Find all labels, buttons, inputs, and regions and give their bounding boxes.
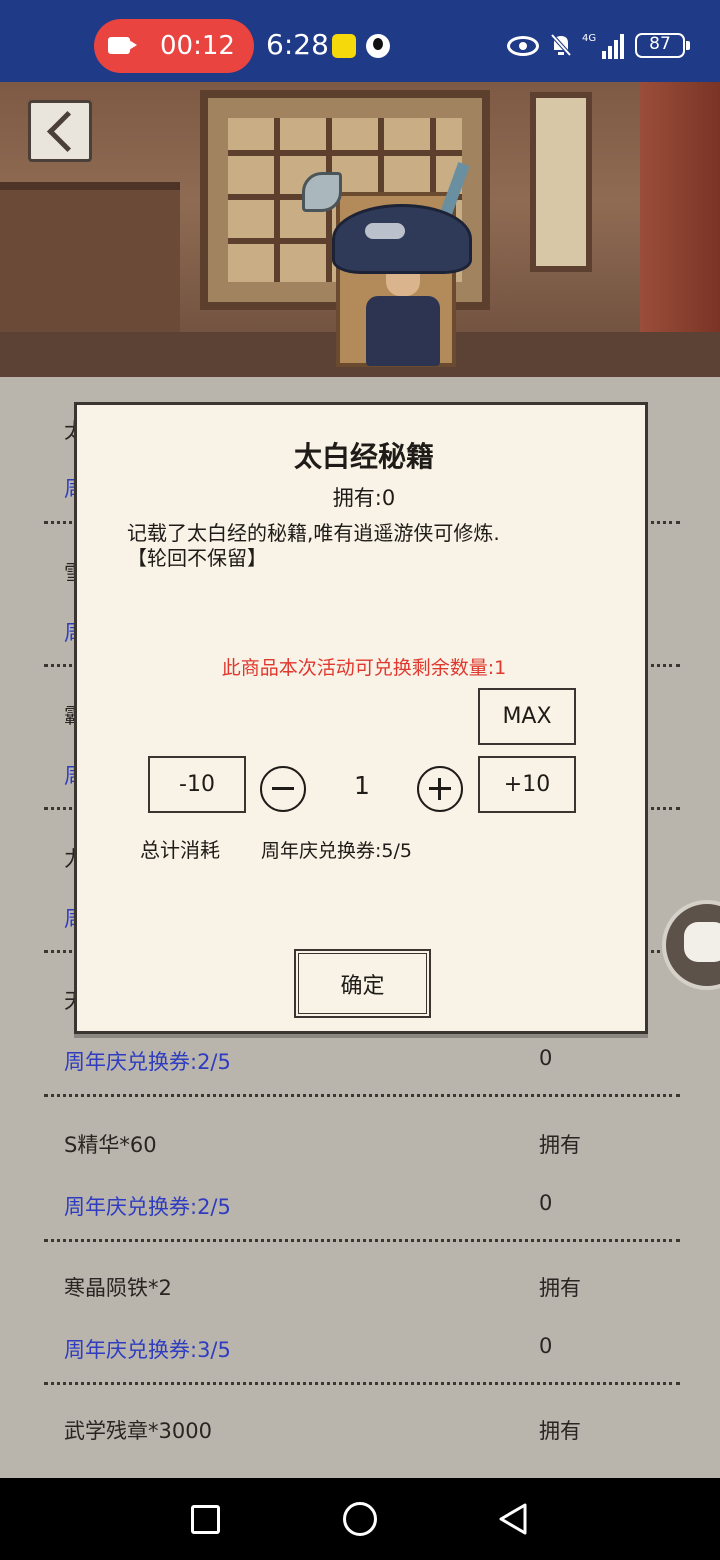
plus-icon[interactable] <box>417 766 463 812</box>
axe-icon <box>302 172 342 212</box>
battery-icon: 87 <box>635 33 690 58</box>
system-nav-bar <box>0 1478 720 1560</box>
minus-ten-button[interactable]: -10 <box>148 756 246 813</box>
list-item[interactable]: 寒晶陨铁*2 拥有 周年庆兑换券:3/5 0 <box>0 1272 720 1415</box>
signal-icon: 4G <box>582 33 624 59</box>
row-divider <box>44 1239 680 1242</box>
minus-icon[interactable] <box>260 766 306 812</box>
list-item-owned-label: 拥有 <box>539 1276 581 1300</box>
merchant-hat <box>332 204 472 274</box>
item-description: 记载了太白经的秘籍,唯有逍遥游侠可修炼. 【轮回不保留】 <box>127 521 617 571</box>
max-button[interactable]: MAX <box>478 688 576 745</box>
list-item-cost: 周年庆兑换券:2/5 <box>64 1050 231 1074</box>
eye-icon <box>507 36 539 56</box>
quantity-value: 1 <box>354 771 370 800</box>
back-arrow-icon[interactable] <box>28 100 92 162</box>
list-item-count: 0 <box>539 1334 553 1358</box>
list-item-owned-label: 拥有 <box>539 1133 581 1157</box>
description-line-2: 【轮回不保留】 <box>127 546 267 570</box>
total-cost-label: 总计消耗 <box>140 838 220 862</box>
clock: 6:28 <box>266 28 329 61</box>
nav-back-icon[interactable] <box>497 1502 529 1536</box>
list-item[interactable]: S精华*60 拥有 周年庆兑换券:2/5 0 <box>0 1129 720 1272</box>
merchant-body <box>366 296 440 366</box>
list-item-name: S精华*60 <box>64 1133 157 1157</box>
list-item-owned-label: 拥有 <box>539 1419 581 1443</box>
description-line-1: 记载了太白经的秘籍,唯有逍遥游侠可修炼. <box>127 521 500 545</box>
network-type: 4G <box>582 33 596 44</box>
merchant-character <box>296 152 496 377</box>
dialog-title: 太白经秘籍 <box>293 440 434 473</box>
home-icon[interactable] <box>343 1502 377 1536</box>
qq-notification-icon <box>366 34 390 58</box>
video-record-icon <box>108 37 130 54</box>
list-item-name: 寒晶陨铁*2 <box>64 1276 172 1300</box>
row-divider <box>44 1094 680 1097</box>
plus-ten-button[interactable]: +10 <box>478 756 576 813</box>
recording-time: 00:12 <box>160 31 235 61</box>
owned-count: 拥有:0 <box>332 486 396 510</box>
confirm-button[interactable]: 确定 <box>294 949 431 1018</box>
list-item-count: 0 <box>539 1046 553 1070</box>
remaining-limit-text: 此商品本次活动可兑换剩余数量:1 <box>221 657 507 679</box>
scene-wall-scroll <box>530 92 592 272</box>
bell-mute-icon <box>550 33 572 57</box>
row-divider <box>44 1382 680 1385</box>
exchange-dialog: 太白经秘籍 拥有:0 记载了太白经的秘籍,唯有逍遥游侠可修炼. 【轮回不保留】 … <box>74 402 648 1034</box>
list-item-cost: 周年庆兑换券:3/5 <box>64 1338 231 1362</box>
recents-icon[interactable] <box>191 1505 220 1534</box>
total-cost-value: 周年庆兑换券:5/5 <box>261 840 412 862</box>
status-bar: 00:12 6:28 4G 87 <box>0 0 720 82</box>
screen-record-pill[interactable]: 00:12 <box>94 19 254 73</box>
list-item-cost: 周年庆兑换券:2/5 <box>64 1195 231 1219</box>
list-item-count: 0 <box>539 1191 553 1215</box>
app-notification-icon <box>332 34 356 58</box>
list-item-name: 武学残章*3000 <box>64 1419 212 1443</box>
